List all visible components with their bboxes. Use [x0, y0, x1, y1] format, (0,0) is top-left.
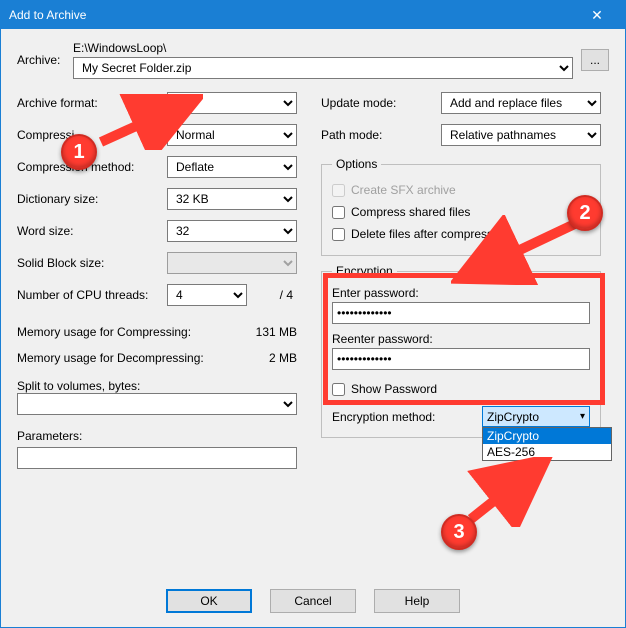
- chevron-down-icon: ▾: [580, 411, 585, 422]
- annotation-badge-3: 3: [441, 514, 477, 550]
- archive-path: E:\WindowsLoop\: [73, 41, 573, 55]
- enter-password-label: Enter password:: [332, 286, 590, 300]
- encryption-method-select[interactable]: ZipCrypto ▾: [482, 406, 590, 427]
- button-row: OK Cancel Help: [1, 579, 625, 627]
- annotation-badge-1: 1: [61, 134, 97, 170]
- parameters-input[interactable]: [17, 447, 297, 469]
- enter-password-input[interactable]: [332, 302, 590, 324]
- reenter-password-input[interactable]: [332, 348, 590, 370]
- cpu-threads-select[interactable]: 4: [167, 284, 247, 306]
- help-button[interactable]: Help: [374, 589, 460, 613]
- window: Add to Archive ✕ Archive: E:\WindowsLoop…: [0, 0, 626, 628]
- archive-row: Archive: E:\WindowsLoop\ My Secret Folde…: [17, 41, 609, 79]
- solid-block-select: [167, 252, 297, 274]
- browse-button[interactable]: ...: [581, 49, 609, 71]
- encryption-method-label: Encryption method:: [332, 410, 474, 424]
- encryption-group: Encryption Enter password: Reenter passw…: [321, 264, 601, 438]
- mem-compress-label: Memory usage for Compressing:: [17, 325, 191, 339]
- archive-name-select[interactable]: My Secret Folder.zip: [73, 57, 573, 79]
- split-label: Split to volumes, bytes:: [17, 379, 297, 393]
- sfx-checkbox: [332, 184, 345, 197]
- word-size-select[interactable]: 32: [167, 220, 297, 242]
- cpu-threads-label: Number of CPU threads:: [17, 288, 167, 302]
- encryption-method-dropdown: ZipCrypto AES-256: [482, 427, 612, 461]
- content: Archive: E:\WindowsLoop\ My Secret Folde…: [1, 29, 625, 579]
- dictionary-size-select[interactable]: 32 KB: [167, 188, 297, 210]
- titlebar: Add to Archive ✕: [1, 1, 625, 29]
- annotation-badge-2: 2: [567, 195, 603, 231]
- archive-label: Archive:: [17, 53, 73, 67]
- annotation-arrow-3: [461, 457, 561, 527]
- encryption-legend: Encryption: [332, 264, 397, 278]
- options-legend: Options: [332, 157, 381, 171]
- path-mode-select[interactable]: Relative pathnames: [441, 124, 601, 146]
- cpu-total: / 4: [280, 288, 297, 302]
- mem-decompress-value: 2 MB: [269, 351, 297, 365]
- reenter-password-label: Reenter password:: [332, 332, 590, 346]
- compression-method-select[interactable]: Deflate: [167, 156, 297, 178]
- ok-button[interactable]: OK: [166, 589, 252, 613]
- sfx-label: Create SFX archive: [351, 183, 456, 197]
- show-password-label: Show Password: [351, 382, 437, 396]
- dictionary-size-label: Dictionary size:: [17, 192, 167, 206]
- annotation-arrow-2: [451, 215, 591, 285]
- close-icon[interactable]: ✕: [577, 1, 617, 29]
- solid-block-label: Solid Block size:: [17, 256, 167, 270]
- enc-option-zipcrypto[interactable]: ZipCrypto: [483, 428, 611, 444]
- mem-decompress-label: Memory usage for Decompressing:: [17, 351, 204, 365]
- path-mode-label: Path mode:: [321, 128, 441, 142]
- split-volumes-select[interactable]: [17, 393, 297, 415]
- word-size-label: Word size:: [17, 224, 167, 238]
- parameters-label: Parameters:: [17, 429, 297, 443]
- update-mode-label: Update mode:: [321, 96, 441, 110]
- cancel-button[interactable]: Cancel: [270, 589, 356, 613]
- window-title: Add to Archive: [9, 8, 86, 22]
- update-mode-select[interactable]: Add and replace files: [441, 92, 601, 114]
- compress-shared-checkbox[interactable]: [332, 206, 345, 219]
- mem-compress-value: 131 MB: [256, 325, 297, 339]
- annotation-arrow-1: [93, 94, 203, 150]
- delete-after-checkbox[interactable]: [332, 228, 345, 241]
- show-password-checkbox[interactable]: [332, 383, 345, 396]
